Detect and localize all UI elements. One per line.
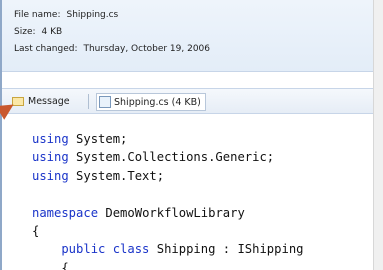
- file-name-row: File name: Shipping.cs: [14, 10, 118, 20]
- code-line: {: [32, 222, 377, 240]
- code-file-icon: [99, 96, 111, 108]
- file-size-value: 4 KB: [41, 27, 63, 37]
- attachment-preview-window: File name: Shipping.cs Size: 4 KB Last cha…: [0, 0, 383, 270]
- vertical-scrollbar[interactable]: [373, 0, 383, 270]
- file-size-label: Size:: [14, 27, 36, 37]
- code-line: using System.Text;: [32, 167, 377, 185]
- code-keyword: public class: [32, 242, 150, 257]
- code-text: {: [32, 260, 69, 270]
- code-text: System;: [68, 132, 128, 146]
- code-text: System.Collections.Generic;: [68, 150, 275, 165]
- code-keyword: using: [32, 132, 69, 146]
- tab-separator: [88, 94, 89, 109]
- last-changed-value: Thursday, October 19, 2006: [83, 44, 211, 54]
- message-tab-label: Message: [28, 95, 70, 107]
- code-line: {: [32, 259, 377, 270]
- code-keyword: using: [32, 150, 69, 165]
- file-name-value: Shipping.cs: [66, 10, 119, 20]
- message-tab[interactable]: Message: [12, 93, 70, 109]
- file-size-row: Size: 4 KB: [14, 27, 62, 37]
- code-keyword: namespace: [32, 205, 99, 220]
- code-text: Shipping : IShipping: [149, 242, 304, 257]
- last-changed-row: Last changed: Thursday, October 19, 2006: [14, 44, 210, 54]
- file-name-label: File name:: [14, 10, 61, 20]
- code-line: namespace DemoWorkflowLibrary: [32, 204, 377, 222]
- attachment-bar: Message Shipping.cs (4 KB): [2, 88, 373, 114]
- code-line: public class Shipping : IShipping: [32, 240, 377, 258]
- panel-spacer: [2, 72, 373, 88]
- code-text: {: [32, 223, 40, 238]
- code-line: using System;: [32, 130, 377, 148]
- attachment-tab-shipping[interactable]: Shipping.cs (4 KB): [96, 93, 206, 111]
- code-preview: using System; using System.Collections.G…: [32, 130, 377, 270]
- last-changed-label: Last changed:: [14, 44, 78, 54]
- file-info-panel: File name: Shipping.cs Size: 4 KB Last cha…: [2, 0, 373, 72]
- code-text: System.Text;: [68, 168, 165, 183]
- code-line: using System.Collections.Generic;: [32, 148, 377, 166]
- attachment-tab-label: Shipping.cs (4 KB): [114, 96, 201, 108]
- code-keyword: using: [32, 168, 69, 183]
- code-text: DemoWorkflowLibrary: [98, 205, 245, 220]
